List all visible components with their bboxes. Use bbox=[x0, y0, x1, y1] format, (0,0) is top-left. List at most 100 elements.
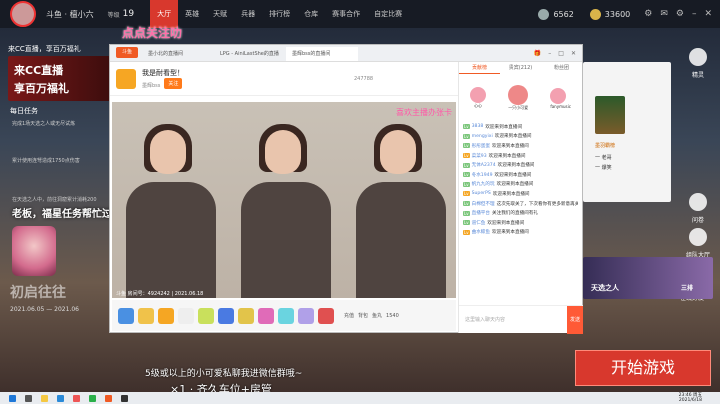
tab-fans[interactable]: 粉丝团 bbox=[541, 62, 582, 74]
edge-icon[interactable] bbox=[57, 394, 64, 402]
daily-task-2[interactable]: 累计使用连弩造成1750点伤害 bbox=[12, 157, 80, 164]
chat-username[interactable]: 冬水1949 bbox=[472, 172, 493, 178]
chat-username[interactable]: 白棉但不理 bbox=[472, 201, 495, 207]
gift-item-4[interactable] bbox=[258, 307, 274, 324]
cc-live-banner[interactable]: 来CC直播 享百万福礼 bbox=[8, 56, 113, 101]
stream-window-controls: 🎁 – □ ✕ bbox=[534, 50, 582, 61]
chat-message: Lv 无体A2374 欢迎来到本直播间 bbox=[463, 160, 578, 170]
elf-icon[interactable] bbox=[689, 48, 707, 66]
game-icon[interactable] bbox=[121, 394, 128, 402]
video-frame-2 bbox=[227, 102, 342, 298]
mail-icon[interactable]: ✉ bbox=[660, 9, 668, 19]
room-title: 我是耐看型！ bbox=[142, 69, 184, 77]
nav-custom-match[interactable]: 自定比赛 bbox=[367, 0, 409, 28]
fan-rank-2[interactable]: 心心 bbox=[470, 87, 487, 109]
follow-button[interactable]: 关注 bbox=[164, 78, 183, 89]
nav-heroes[interactable]: 英雄 bbox=[178, 0, 206, 28]
chat-username[interactable]: 帆九九的玩 bbox=[472, 181, 495, 187]
wechat-icon[interactable] bbox=[89, 394, 96, 402]
gift-item-3[interactable] bbox=[238, 307, 254, 324]
chat-username[interactable]: 菜菜93 bbox=[472, 153, 487, 159]
maximize-icon[interactable]: □ bbox=[558, 50, 564, 57]
stream-tab-3[interactable]: 墨辉bss的直播间 bbox=[286, 47, 358, 61]
mascot-avatar bbox=[12, 226, 56, 276]
gift-icon[interactable]: 🎁 bbox=[534, 50, 541, 57]
backpack-label[interactable]: 背包 bbox=[358, 312, 368, 319]
level-badge: Lv bbox=[463, 172, 470, 178]
chat-username[interactable]: SuperPS bbox=[472, 191, 491, 196]
recharge-label[interactable]: 充值 bbox=[344, 312, 354, 319]
chat-message: Lv SuperPS 欢迎来到本直播间 bbox=[463, 189, 578, 199]
settings-icon[interactable]: ⚙ bbox=[644, 9, 652, 19]
search-icon[interactable] bbox=[25, 394, 32, 402]
minimize-icon[interactable]: – bbox=[548, 50, 551, 57]
survey-label: 问卷 bbox=[691, 217, 704, 224]
chat-username[interactable]: mengyixi bbox=[472, 134, 493, 139]
start-game-button[interactable]: 开始游戏 bbox=[575, 350, 711, 386]
chat-username[interactable]: 彤彤蛋蛋 bbox=[472, 143, 490, 149]
tab-vip[interactable]: 贵宾(212) bbox=[500, 62, 541, 74]
stream-window: 斗鱼 墨小北的直播间 LPG - AiniLastShe的直播 墨辉bss的直播… bbox=[109, 44, 583, 334]
side-shortcuts: 精灵 问卷 组队大厅 bbox=[676, 44, 720, 259]
explorer-icon[interactable] bbox=[41, 394, 48, 402]
chat-text: 欢迎来到本直播间 bbox=[497, 163, 535, 169]
taskbar: 23:46 周五 2021/6/18 bbox=[0, 392, 720, 404]
daily-task-1[interactable]: 完成1场天选之人或无尽试炼 bbox=[12, 120, 75, 127]
chat-tabs: 贡献榜 贵宾(212) 粉丝团 bbox=[459, 62, 582, 74]
fishball-label[interactable]: 鱼丸 bbox=[372, 312, 382, 319]
player-avatar[interactable] bbox=[10, 1, 36, 27]
app-icon[interactable] bbox=[73, 394, 80, 402]
minimize-icon[interactable]: – bbox=[692, 9, 697, 19]
stream-tab-1[interactable]: 墨小北的直播间 bbox=[142, 47, 214, 61]
recharge-icon[interactable] bbox=[118, 307, 134, 324]
close-icon[interactable]: ✕ bbox=[571, 50, 576, 57]
gift-item-2[interactable] bbox=[218, 307, 234, 324]
nav-talents[interactable]: 天赋 bbox=[206, 0, 234, 28]
elf-label: 精灵 bbox=[691, 72, 704, 79]
chat-username[interactable]: 无体A2374 bbox=[472, 162, 496, 168]
chat-username[interactable]: 直播平台 bbox=[472, 210, 490, 216]
chat-input[interactable]: 这里输入聊天内容 bbox=[459, 306, 583, 323]
nav-weapons[interactable]: 兵器 bbox=[234, 0, 262, 28]
game-mode-banner[interactable]: 天选之人 三排 bbox=[583, 257, 713, 299]
stream-tab-2[interactable]: LPG - AiniLastShe的直播 bbox=[214, 47, 286, 61]
gift-item-5[interactable] bbox=[278, 307, 294, 324]
close-icon[interactable]: ✕ bbox=[704, 9, 712, 19]
gift-slot bbox=[178, 307, 194, 324]
douyu-icon[interactable] bbox=[105, 394, 112, 402]
chat-username[interactable]: 道仁鱼 bbox=[472, 220, 486, 226]
survey-icon[interactable] bbox=[689, 193, 707, 211]
chat-username[interactable]: 3838 bbox=[472, 124, 484, 129]
send-button[interactable]: 发送 bbox=[567, 306, 583, 334]
chat-messages: Lv 3838 欢迎来到本直播间 Lv mengyixi 欢迎来到本直播间 Lv 彤彤蛋蛋 欢迎… bbox=[459, 122, 582, 237]
gift-item-7[interactable] bbox=[318, 307, 334, 324]
video-player[interactable]: 喜欢主播办张卡 斗鱼 房间号：4924242 | 2021.06.18 bbox=[112, 102, 456, 298]
video-overlay-text: 喜欢主播办张卡 bbox=[396, 108, 452, 117]
streamer-avatar[interactable] bbox=[116, 68, 136, 89]
stream-tabs: 斗鱼 墨小北的直播间 LPG - AiniLastShe的直播 墨辉bss的直播… bbox=[110, 45, 582, 62]
daily-tasks-title: 每日任务 bbox=[10, 107, 38, 115]
currency-2: 33600 bbox=[604, 9, 631, 19]
chat-username[interactable]: 曲水鲸鱼 bbox=[472, 229, 490, 235]
chat-panel: 贡献榜 贵宾(212) 粉丝团 心心 一只小可爱 fanymusic Lv 383… bbox=[458, 62, 583, 334]
nav-leaderboard[interactable]: 排行榜 bbox=[262, 0, 297, 28]
fan-rank-1[interactable]: 一只小可爱 bbox=[508, 85, 529, 111]
team-icon[interactable] bbox=[689, 228, 707, 246]
video-frame-1 bbox=[112, 102, 227, 298]
gift-icon[interactable] bbox=[158, 307, 174, 324]
daily-task-3[interactable]: 在天选之人中，前往洞窟累计消耗200 bbox=[12, 196, 97, 203]
event-promo-title[interactable]: 初启往往 bbox=[10, 282, 66, 302]
gift-item-6[interactable] bbox=[298, 307, 314, 324]
tab-contribution[interactable]: 贡献榜 bbox=[459, 62, 500, 74]
nav-warehouse[interactable]: 仓库 bbox=[297, 0, 325, 28]
level-badge: Lv bbox=[463, 133, 470, 139]
fishball-icon[interactable] bbox=[138, 307, 154, 324]
hero-portrait bbox=[595, 96, 625, 134]
fan-rank-3[interactable]: fanymusic bbox=[550, 87, 571, 109]
gift-item-1[interactable] bbox=[198, 307, 214, 324]
leaderboard-card[interactable]: 墨羽霸榜 一 老哥 一 爆笑 bbox=[583, 62, 671, 202]
nav-events[interactable]: 赛事合作 bbox=[325, 0, 367, 28]
gear-icon[interactable]: ⚙ bbox=[676, 9, 684, 19]
start-icon[interactable] bbox=[9, 394, 16, 402]
chat-message: Lv 3838 欢迎来到本直播间 bbox=[463, 122, 578, 132]
